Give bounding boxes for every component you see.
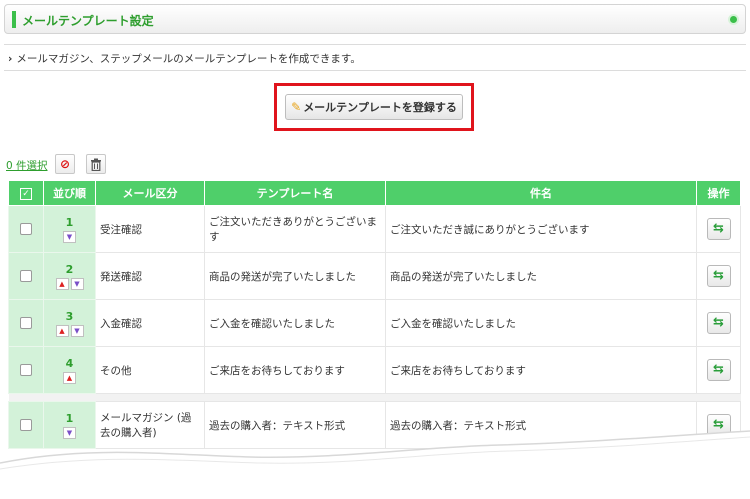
header-select-all[interactable]: ✓ bbox=[8, 180, 44, 206]
move-down-button[interactable]: ▼ bbox=[70, 324, 84, 337]
header-subject: 件名 bbox=[385, 180, 697, 206]
subject-cell: 商品の発送が完了いたしました bbox=[385, 252, 697, 300]
row-checkbox[interactable] bbox=[20, 317, 32, 329]
template-name-cell: ご入金を確認いたしました bbox=[204, 299, 386, 347]
description-text: メールマガジン、ステップメールのメールテンプレートを作成できます。 bbox=[16, 53, 361, 65]
order-number: 1 bbox=[65, 215, 74, 229]
order-number: 2 bbox=[65, 262, 74, 276]
order-number: 4 bbox=[65, 356, 74, 370]
move-down-button[interactable]: ▼ bbox=[63, 230, 76, 243]
divider bbox=[4, 44, 746, 45]
row-checkbox[interactable] bbox=[20, 270, 32, 282]
table-row: 2 ▲ ▼ 発送確認 商品の発送が完了いたしました 商品の発送が完了いたしました … bbox=[8, 252, 741, 300]
select-all-checkbox[interactable]: ✓ bbox=[20, 187, 32, 200]
move-up-button[interactable]: ▲ bbox=[55, 277, 69, 290]
header-category: メール区分 bbox=[95, 180, 205, 206]
trash-icon bbox=[91, 158, 101, 172]
table-row: 4 ▲ その他 ご来店をお待ちしております ご来店をお待ちしております ⇆ bbox=[8, 346, 741, 394]
header-order: 並び順 bbox=[43, 180, 96, 206]
page-title: メールテンプレート設定 bbox=[22, 14, 154, 28]
table-header-row: ✓ 並び順 メール区分 テンプレート名 件名 操作 bbox=[8, 180, 741, 206]
torn-edge bbox=[0, 430, 750, 499]
copy-arrow-icon: ⇆ bbox=[713, 315, 724, 330]
no-entry-icon: ⊘ bbox=[59, 157, 71, 171]
row-checkbox[interactable] bbox=[20, 364, 32, 376]
category-cell: その他 bbox=[95, 346, 205, 394]
header-accent-bar bbox=[12, 11, 16, 28]
table-row: 3 ▲ ▼ 入金確認 ご入金を確認いたしました ご入金を確認いたしました ⇆ bbox=[8, 299, 741, 347]
copy-arrow-icon: ⇆ bbox=[713, 362, 724, 377]
copy-template-button[interactable]: ⇆ bbox=[706, 265, 731, 287]
order-number: 1 bbox=[65, 411, 74, 425]
move-up-button[interactable]: ▲ bbox=[63, 371, 76, 384]
delete-button[interactable] bbox=[86, 154, 106, 174]
copy-template-button[interactable]: ⇆ bbox=[706, 312, 731, 334]
pencil-icon: ✎ bbox=[291, 100, 302, 114]
category-cell: 発送確認 bbox=[95, 252, 205, 300]
register-button-highlight: ✎ メールテンプレートを登録する bbox=[274, 83, 474, 131]
copy-template-button[interactable]: ⇆ bbox=[706, 359, 731, 381]
subject-cell: ご入金を確認いたしました bbox=[385, 299, 697, 347]
selected-count-link[interactable]: 0 件選択 bbox=[6, 158, 48, 173]
copy-template-button[interactable]: ⇆ bbox=[706, 218, 731, 240]
page-header: メールテンプレート設定 bbox=[4, 4, 746, 34]
category-cell: 入金確認 bbox=[95, 299, 205, 347]
move-down-button[interactable]: ▼ bbox=[70, 277, 84, 290]
copy-arrow-icon: ⇆ bbox=[713, 221, 724, 236]
template-name-cell: ご来店をお待ちしております bbox=[204, 346, 386, 394]
header-dot-icon bbox=[728, 14, 739, 25]
order-number: 3 bbox=[65, 309, 74, 323]
copy-arrow-icon: ⇆ bbox=[713, 268, 724, 283]
template-name-cell: 商品の発送が完了いたしました bbox=[204, 252, 386, 300]
group-spacer bbox=[8, 393, 741, 402]
template-name-cell: ご注文いただきありがとうございます bbox=[204, 205, 386, 253]
register-template-button[interactable]: ✎ メールテンプレートを登録する bbox=[285, 94, 463, 120]
divider bbox=[4, 70, 746, 71]
page-description: › メールマガジン、ステップメールのメールテンプレートを作成できます。 bbox=[8, 51, 361, 66]
register-template-label: メールテンプレートを登録する bbox=[303, 101, 457, 114]
table-row: 1 ▼ 受注確認 ご注文いただきありがとうございます ご注文いただき誠にありがと… bbox=[8, 205, 741, 253]
deselect-button[interactable]: ⊘ bbox=[55, 154, 75, 174]
row-checkbox[interactable] bbox=[20, 223, 32, 235]
chevron-right-icon: › bbox=[8, 53, 13, 65]
subject-cell: ご注文いただき誠にありがとうございます bbox=[385, 205, 697, 253]
category-cell: 受注確認 bbox=[95, 205, 205, 253]
template-table: ✓ 並び順 メール区分 テンプレート名 件名 操作 1 ▼ 受注確認 ご注文いた… bbox=[8, 180, 741, 449]
subject-cell: ご来店をお待ちしております bbox=[385, 346, 697, 394]
header-action: 操作 bbox=[696, 180, 741, 206]
header-template-name: テンプレート名 bbox=[204, 180, 386, 206]
move-up-button[interactable]: ▲ bbox=[55, 324, 69, 337]
